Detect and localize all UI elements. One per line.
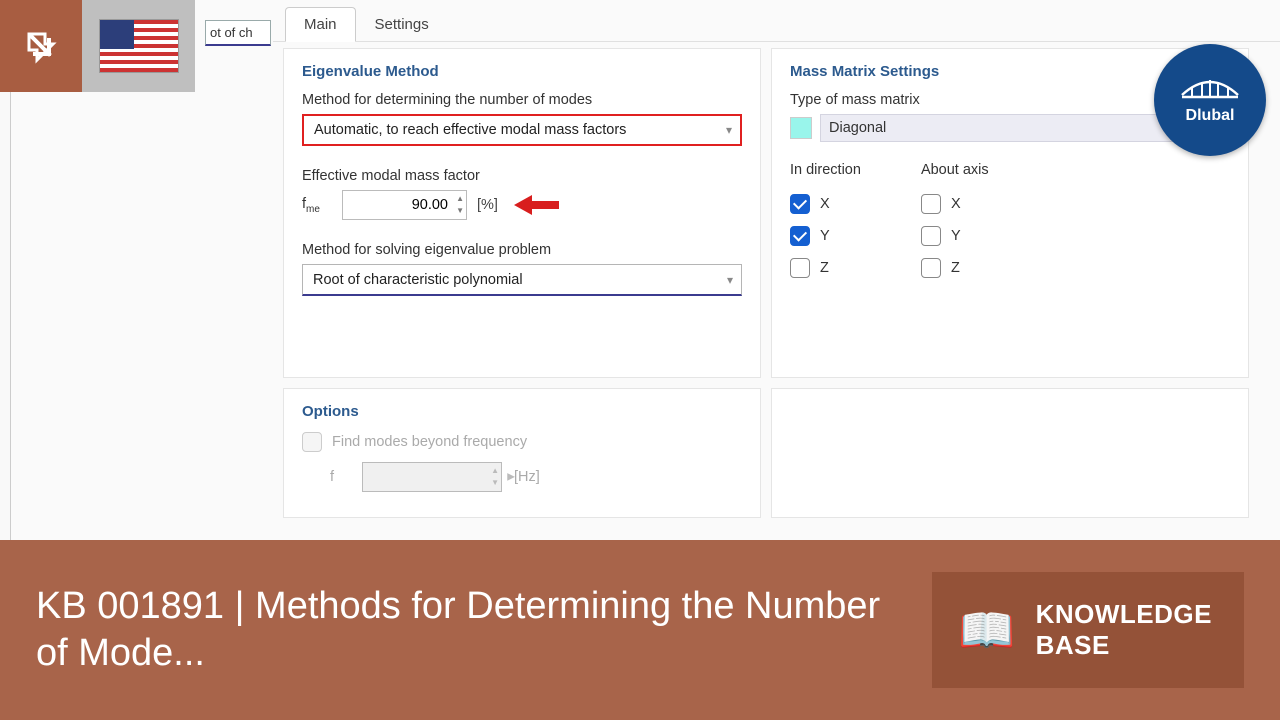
axis-y-row: Y bbox=[921, 226, 989, 246]
top-left-overlay bbox=[0, 0, 195, 100]
eigenvalue-title: Eigenvalue Method bbox=[302, 63, 742, 80]
dir-y-row: Y bbox=[790, 226, 861, 246]
dlubal-badge[interactable]: Dlubal bbox=[1154, 44, 1266, 156]
axis-z-label: Z bbox=[951, 260, 960, 276]
find-beyond-label: Find modes beyond frequency bbox=[332, 434, 527, 450]
panels-row: Eigenvalue Method Method for determining… bbox=[273, 42, 1280, 518]
axis-y-checkbox[interactable] bbox=[921, 226, 941, 246]
spinner-buttons-disabled: ▲▼ bbox=[491, 465, 499, 489]
dir-y-checkbox[interactable] bbox=[790, 226, 810, 246]
blank-panel bbox=[771, 388, 1249, 518]
direction-col: In direction X Y Z bbox=[790, 162, 861, 278]
f-symbol: f bbox=[330, 469, 350, 485]
bridge-icon bbox=[1180, 75, 1240, 103]
dir-z-checkbox[interactable] bbox=[790, 258, 810, 278]
solve-dropdown-value: Root of characteristic polynomial bbox=[313, 272, 523, 288]
axis-z-row: Z bbox=[921, 258, 989, 278]
footer-title: KB 001891 | Methods for Determining the … bbox=[36, 583, 908, 678]
fme-sub: me bbox=[306, 203, 320, 214]
axis-x-label: X bbox=[951, 196, 961, 212]
kb-line1: KNOWLEDGE bbox=[1036, 599, 1212, 630]
chevron-down-icon: ▾ bbox=[727, 273, 733, 287]
left-column: Eigenvalue Method Method for determining… bbox=[283, 48, 761, 518]
footer-bar: KB 001891 | Methods for Determining the … bbox=[0, 540, 1280, 720]
find-beyond-checkbox[interactable] bbox=[302, 432, 322, 452]
axis-header: About axis bbox=[921, 162, 989, 178]
language-tile[interactable] bbox=[82, 0, 195, 92]
dir-x-checkbox[interactable] bbox=[790, 194, 810, 214]
content-pane: Main Settings Eigenvalue Method Method f… bbox=[273, 0, 1280, 540]
kb-box[interactable]: 📖 KNOWLEDGE BASE bbox=[932, 572, 1244, 688]
dir-z-row: Z bbox=[790, 258, 861, 278]
axis-x-checkbox[interactable] bbox=[921, 194, 941, 214]
solve-label: Method for solving eigenvalue problem bbox=[302, 242, 742, 258]
book-icon: 📖 bbox=[958, 603, 1015, 658]
chevron-down-icon: ▾ bbox=[726, 123, 732, 137]
fme-symbol: fme bbox=[302, 196, 332, 215]
dlubal-brand: Dlubal bbox=[1186, 107, 1235, 125]
freq-row: f ▲▼ ▶ [Hz] bbox=[302, 462, 742, 492]
tab-settings[interactable]: Settings bbox=[356, 7, 448, 41]
solve-dropdown[interactable]: Root of characteristic polynomial ▾ bbox=[302, 264, 742, 296]
check-columns: In direction X Y Z bbox=[790, 162, 1230, 278]
tab-main-label: Main bbox=[304, 16, 337, 33]
tab-bar: Main Settings bbox=[273, 0, 1280, 42]
method-dropdown-value: Automatic, to reach effective modal mass… bbox=[314, 122, 626, 138]
options-panel: Options Find modes beyond frequency f ▲▼… bbox=[283, 388, 761, 518]
partial-dropdown[interactable]: ot of ch bbox=[205, 20, 271, 46]
method-dropdown[interactable]: Automatic, to reach effective modal mass… bbox=[302, 114, 742, 146]
find-beyond-row: Find modes beyond frequency bbox=[302, 432, 742, 452]
dir-y-label: Y bbox=[820, 228, 830, 244]
dir-z-label: Z bbox=[820, 260, 829, 276]
eigenvalue-panel: Eigenvalue Method Method for determining… bbox=[283, 48, 761, 378]
method-label: Method for determining the number of mod… bbox=[302, 92, 742, 108]
freq-unit: [Hz] bbox=[514, 469, 540, 485]
mass-type-value: Diagonal bbox=[829, 120, 886, 136]
axis-col: About axis X Y Z bbox=[921, 162, 989, 278]
fme-spinner[interactable]: 90.00 ▲▼ bbox=[342, 190, 467, 220]
arrow-right-icon: ▶ bbox=[507, 472, 515, 483]
factor-label: Effective modal mass factor bbox=[302, 168, 742, 184]
kb-line2: BASE bbox=[1036, 630, 1212, 661]
dir-x-row: X bbox=[790, 194, 861, 214]
app-window: ot of ch Main Settings Eigenvalue Method… bbox=[10, 0, 1280, 540]
red-arrow-icon bbox=[514, 193, 559, 217]
axis-y-label: Y bbox=[951, 228, 961, 244]
direction-header: In direction bbox=[790, 162, 861, 178]
download-tile[interactable] bbox=[0, 0, 82, 92]
freq-spinner: ▲▼ ▶ bbox=[362, 462, 502, 492]
options-title: Options bbox=[302, 403, 742, 420]
tab-settings-label: Settings bbox=[375, 16, 429, 33]
fme-unit: [%] bbox=[477, 197, 498, 213]
kb-text: KNOWLEDGE BASE bbox=[1036, 599, 1212, 661]
mass-type-swatch bbox=[790, 117, 812, 139]
tab-main[interactable]: Main bbox=[285, 7, 356, 42]
us-flag-icon bbox=[99, 19, 179, 73]
fme-row: fme 90.00 ▲▼ [%] bbox=[302, 190, 742, 220]
fme-value: 90.00 bbox=[412, 197, 448, 213]
dir-x-label: X bbox=[820, 196, 830, 212]
download-arrow-icon bbox=[21, 26, 61, 66]
axis-x-row: X bbox=[921, 194, 989, 214]
axis-z-checkbox[interactable] bbox=[921, 258, 941, 278]
spinner-buttons[interactable]: ▲▼ bbox=[456, 193, 464, 217]
partial-dropdown-text: ot of ch bbox=[210, 25, 253, 40]
